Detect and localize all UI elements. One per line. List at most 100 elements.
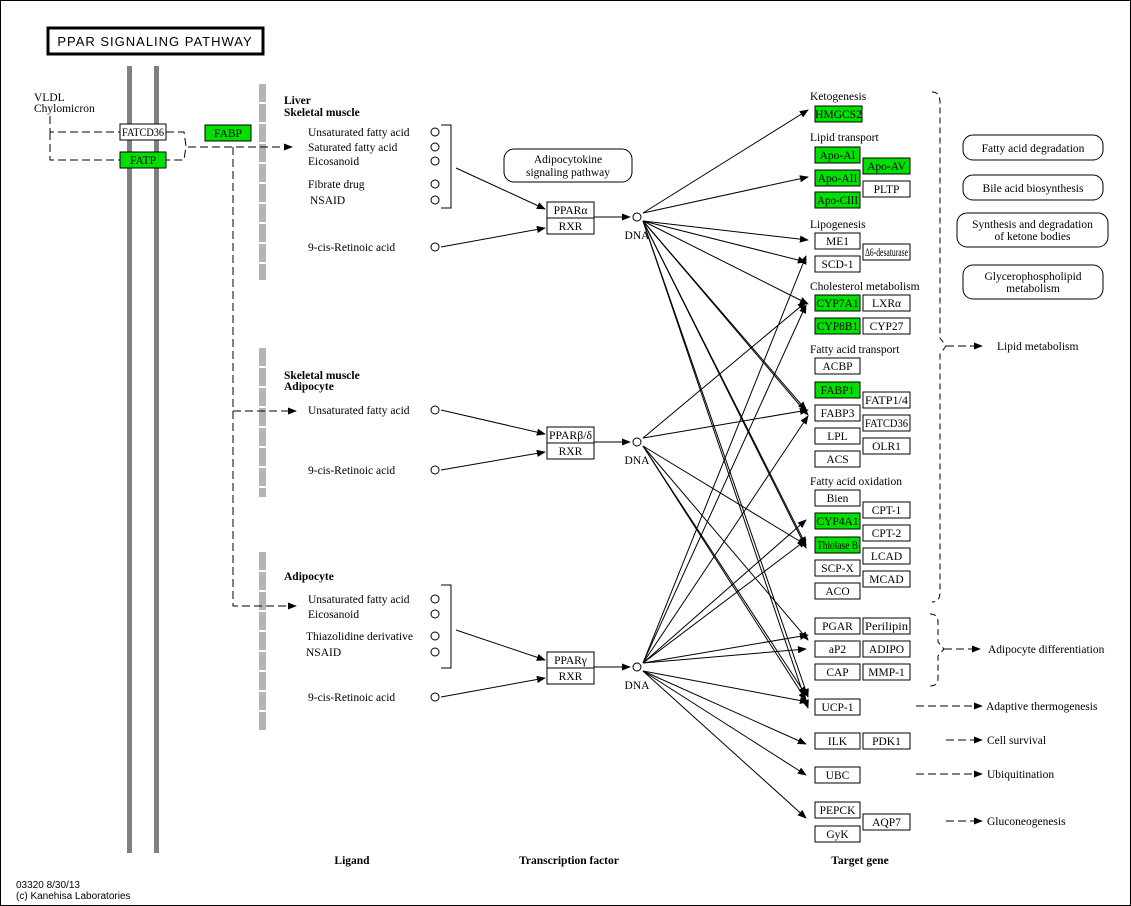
gene-gyk[interactable]: GyK: [814, 825, 861, 843]
gene-ilk[interactable]: ILK: [814, 732, 861, 750]
gene-perilipin[interactable]: Perilipin: [862, 617, 911, 635]
outcome-cell-survival[interactable]: Cell survival: [946, 735, 1046, 747]
compound-circle[interactable]: [430, 405, 440, 415]
map-fatty-acid-degradation[interactable]: Fatty acid degradation: [962, 134, 1104, 161]
ligand-9-cis-retinoic-acid[interactable]: 9-cis-Retinoic acid: [308, 242, 440, 254]
outcome-adaptive-thermogenesis[interactable]: Adaptive thermogenesis: [916, 701, 1098, 713]
gene-cap[interactable]: CAP: [814, 663, 861, 681]
ligand-eicosanoid[interactable]: Eicosanoid: [308, 156, 440, 168]
gene-ppar-delta[interactable]: PPARβ/δ: [546, 426, 595, 444]
compound-circle[interactable]: [430, 127, 440, 137]
compound-circle[interactable]: [430, 631, 440, 641]
map-glycerophospholipid-metabolism[interactable]: Glycerophospholipidmetabolism: [962, 264, 1104, 300]
gene-lxr[interactable]: LXRα: [862, 294, 911, 312]
gene-aqp7[interactable]: AQP7: [862, 813, 911, 831]
tf-complex-alpha[interactable]: PPARαRXRDNA: [546, 201, 650, 242]
gene-ubc[interactable]: UBC: [814, 766, 861, 784]
ligand-thiazolidine-derivative[interactable]: Thiazolidine derivative: [306, 631, 440, 643]
gene-fatp1-4[interactable]: FATP1/4: [862, 391, 911, 409]
gene-cpt-1[interactable]: CPT-1: [862, 501, 911, 519]
edge-dna-to-target: [642, 220, 807, 264]
gene-fabp1[interactable]: FABP1: [814, 381, 861, 399]
tissue-membrane-segment: [259, 612, 266, 630]
gene-apo-ciii[interactable]: Apo-CIII: [814, 191, 861, 209]
gene-lpl[interactable]: LPL: [814, 427, 861, 445]
gene-me1[interactable]: ME1: [814, 232, 861, 250]
compound-circle[interactable]: [430, 156, 440, 166]
gene-olr1[interactable]: OLR1: [862, 437, 911, 455]
gene-thiolase-b[interactable]: Thiolase B: [814, 536, 861, 554]
gene-label: PPARα: [554, 205, 588, 217]
gene-apo-aii[interactable]: Apo-AII: [814, 169, 861, 187]
gene-acbp[interactable]: ACBP: [814, 357, 861, 375]
compound-circle[interactable]: [430, 609, 440, 619]
gene-fabp3[interactable]: FABP3: [814, 404, 861, 422]
compound-circle[interactable]: [430, 647, 440, 657]
ligand-fibrate-drug[interactable]: Fibrate drug: [308, 179, 440, 191]
outcome-lipid-metabolism[interactable]: Lipid metabolism: [946, 341, 1079, 353]
gene-hmgcs2[interactable]: HMGCS2: [814, 105, 863, 123]
map-bile-acid-biosynthesis[interactable]: Bile acid biosynthesis: [962, 174, 1104, 201]
gene-6-desaturase[interactable]: Δ6-desaturase: [862, 243, 911, 261]
ligand-saturated-fatty-acid[interactable]: Saturated fatty acid: [308, 142, 440, 154]
gene-adipo[interactable]: ADIPO: [862, 640, 911, 658]
gene-cyp8b1[interactable]: CYP8B1: [814, 317, 861, 335]
tf-complex-delta[interactable]: PPARβ/δ RXR DNA: [546, 426, 650, 467]
gene-pepck[interactable]: PEPCK: [814, 801, 861, 819]
gene-lcad[interactable]: LCAD: [862, 547, 911, 565]
gene-ppar-gamma[interactable]: PPARγ: [546, 651, 595, 669]
map-synthesis-and-degradation-of-ketone-bodies[interactable]: Synthesis and degradationof ketone bodie…: [956, 212, 1109, 248]
dna-circle[interactable]: [632, 662, 642, 672]
gene-pgar[interactable]: PGAR: [814, 617, 861, 635]
gene-aco[interactable]: ACO: [814, 582, 861, 600]
ligand-9-cis-retinoic-acid[interactable]: 9-cis-Retinoic acid: [308, 465, 440, 477]
gene-ap2[interactable]: aP2: [814, 640, 861, 658]
outcome-adipocyte-differentiation[interactable]: Adipocyte differentiation: [944, 644, 1105, 656]
gene-cyp4a1[interactable]: CYP4A1: [814, 512, 861, 530]
gene-ucp-1[interactable]: UCP-1: [814, 698, 861, 716]
gene-mcad[interactable]: MCAD: [862, 570, 911, 588]
map-adipocytokine[interactable]: Adipocytokine signaling pathway: [503, 148, 633, 183]
dna-circle[interactable]: [632, 437, 642, 447]
tissue-membrane-segment: [259, 124, 266, 142]
ligand-label: 9-cis-Retinoic acid: [308, 692, 395, 704]
compound-circle[interactable]: [430, 465, 440, 475]
compound-circle[interactable]: [430, 242, 440, 252]
ligand-unsaturated-fatty-acid[interactable]: Unsaturated fatty acid: [308, 594, 440, 606]
ligand-eicosanoid[interactable]: Eicosanoid: [308, 609, 440, 621]
gene-rxr[interactable]: RXR: [546, 217, 595, 235]
ligand-nsaid[interactable]: NSAID: [306, 647, 440, 659]
gene-fabp[interactable]: FABP: [204, 124, 252, 142]
ligand-nsaid[interactable]: NSAID: [310, 195, 440, 207]
gene-scp-x[interactable]: SCP-X: [814, 559, 861, 577]
compound-circle[interactable]: [430, 179, 440, 189]
gene-fatcd36[interactable]: FATCD36: [862, 414, 911, 432]
gene-apo-ai[interactable]: Apo-AI: [814, 146, 861, 164]
ligand-unsaturated-fatty-acid[interactable]: Unsaturated fatty acid: [308, 127, 440, 139]
gene-rxr[interactable]: RXR: [546, 667, 595, 685]
compound-circle[interactable]: [430, 195, 440, 205]
gene-bien[interactable]: Bien: [814, 489, 861, 507]
compound-circle[interactable]: [430, 142, 440, 152]
outcome-ubiquitination[interactable]: Ubiquitination: [916, 769, 1054, 781]
ligand-9-cis-retinoic-acid[interactable]: 9-cis-Retinoic acid: [308, 692, 440, 704]
gene-cpt-2[interactable]: CPT-2: [862, 524, 911, 542]
tf-complex-gamma[interactable]: PPARγ RXR DNA: [546, 651, 650, 692]
gene-cyp7a1[interactable]: CYP7A1: [814, 294, 861, 312]
compound-circle[interactable]: [430, 594, 440, 604]
gene-ppar-alpha[interactable]: PPARα: [546, 201, 595, 219]
ligand-unsaturated-fatty-acid[interactable]: Unsaturated fatty acid: [308, 405, 440, 417]
gene-cyp27[interactable]: CYP27: [862, 317, 911, 335]
compound-circle[interactable]: [430, 692, 440, 702]
gene-pdk1[interactable]: PDK1: [862, 732, 911, 750]
gene-acs[interactable]: ACS: [814, 450, 861, 468]
gene-pltp[interactable]: PLTP: [862, 180, 911, 198]
gene-scd-1[interactable]: SCD-1: [814, 255, 861, 273]
gene-apo-av[interactable]: Apo-AV: [862, 157, 911, 175]
gene-mmp-1[interactable]: MMP-1: [862, 663, 911, 681]
gene-fatp[interactable]: FATP: [119, 151, 167, 169]
outcome-gluconeogenesis[interactable]: Gluconeogenesis: [946, 816, 1066, 828]
dna-circle[interactable]: [632, 212, 642, 222]
gene-fatcd36[interactable]: FATCD36: [119, 123, 167, 141]
gene-rxr[interactable]: RXR: [546, 442, 595, 460]
